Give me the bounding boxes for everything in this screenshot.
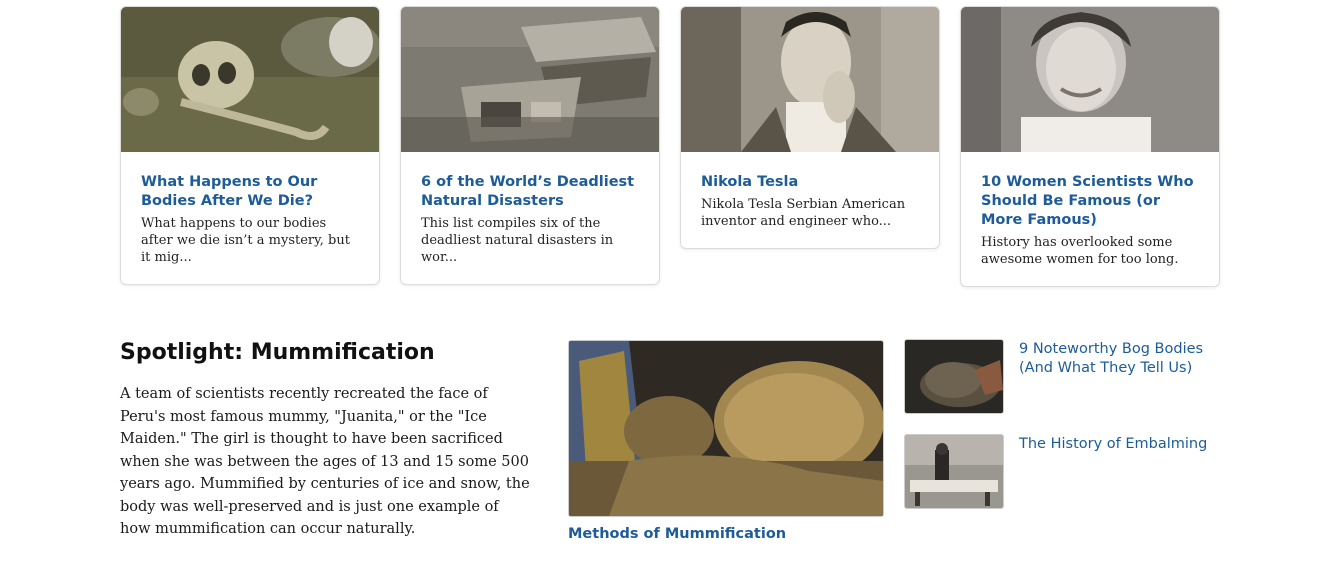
- article-card[interactable]: 10 Women Scientists Who Should Be Famous…: [960, 6, 1220, 287]
- woman-scientist-photo[interactable]: [961, 7, 1219, 152]
- side-article-link[interactable]: 9 Noteworthy Bog Bodies (And What They T…: [1019, 340, 1224, 378]
- card-description: Nikola Tesla Serbian American inventor a…: [701, 197, 906, 229]
- spotlight-text: A team of scientists recently recreated …: [120, 386, 530, 537]
- card-description: History has overlooked some awesome wome…: [981, 235, 1179, 267]
- skull-photo[interactable]: [121, 7, 379, 152]
- article-cards-row: What Happens to Our Bodies After We Die?…: [120, 6, 1220, 296]
- mummy-photo[interactable]: [568, 340, 884, 517]
- disaster-rubble-photo[interactable]: [401, 7, 659, 152]
- bog-body-photo[interactable]: [904, 339, 1004, 414]
- embalming-photo[interactable]: [904, 434, 1004, 509]
- main-feature-article[interactable]: Methods of Mummification: [568, 340, 884, 542]
- article-card[interactable]: 6 of the World’s Deadliest Natural Disas…: [400, 6, 660, 285]
- card-description: What happens to our bodies after we die …: [141, 216, 350, 265]
- card-title[interactable]: 6 of the World’s Deadliest Natural Disas…: [421, 173, 639, 211]
- card-description: This list compiles six of the deadliest …: [421, 216, 614, 265]
- card-title[interactable]: 10 Women Scientists Who Should Be Famous…: [981, 173, 1199, 230]
- article-card[interactable]: Nikola Tesla Nikola Tesla Serbian Americ…: [680, 6, 940, 249]
- spotlight-heading: Spotlight: Mummification: [120, 340, 435, 365]
- article-card[interactable]: What Happens to Our Bodies After We Die?…: [120, 6, 380, 285]
- side-article-link[interactable]: The History of Embalming: [1019, 435, 1224, 454]
- card-title[interactable]: Nikola Tesla: [701, 173, 919, 192]
- card-title[interactable]: What Happens to Our Bodies After We Die?: [141, 173, 359, 211]
- side-article[interactable]: The History of Embalming: [904, 434, 1224, 510]
- side-article[interactable]: 9 Noteworthy Bog Bodies (And What They T…: [904, 339, 1224, 415]
- main-feature-link[interactable]: Methods of Mummification: [568, 526, 884, 542]
- tesla-portrait-photo[interactable]: [681, 7, 939, 152]
